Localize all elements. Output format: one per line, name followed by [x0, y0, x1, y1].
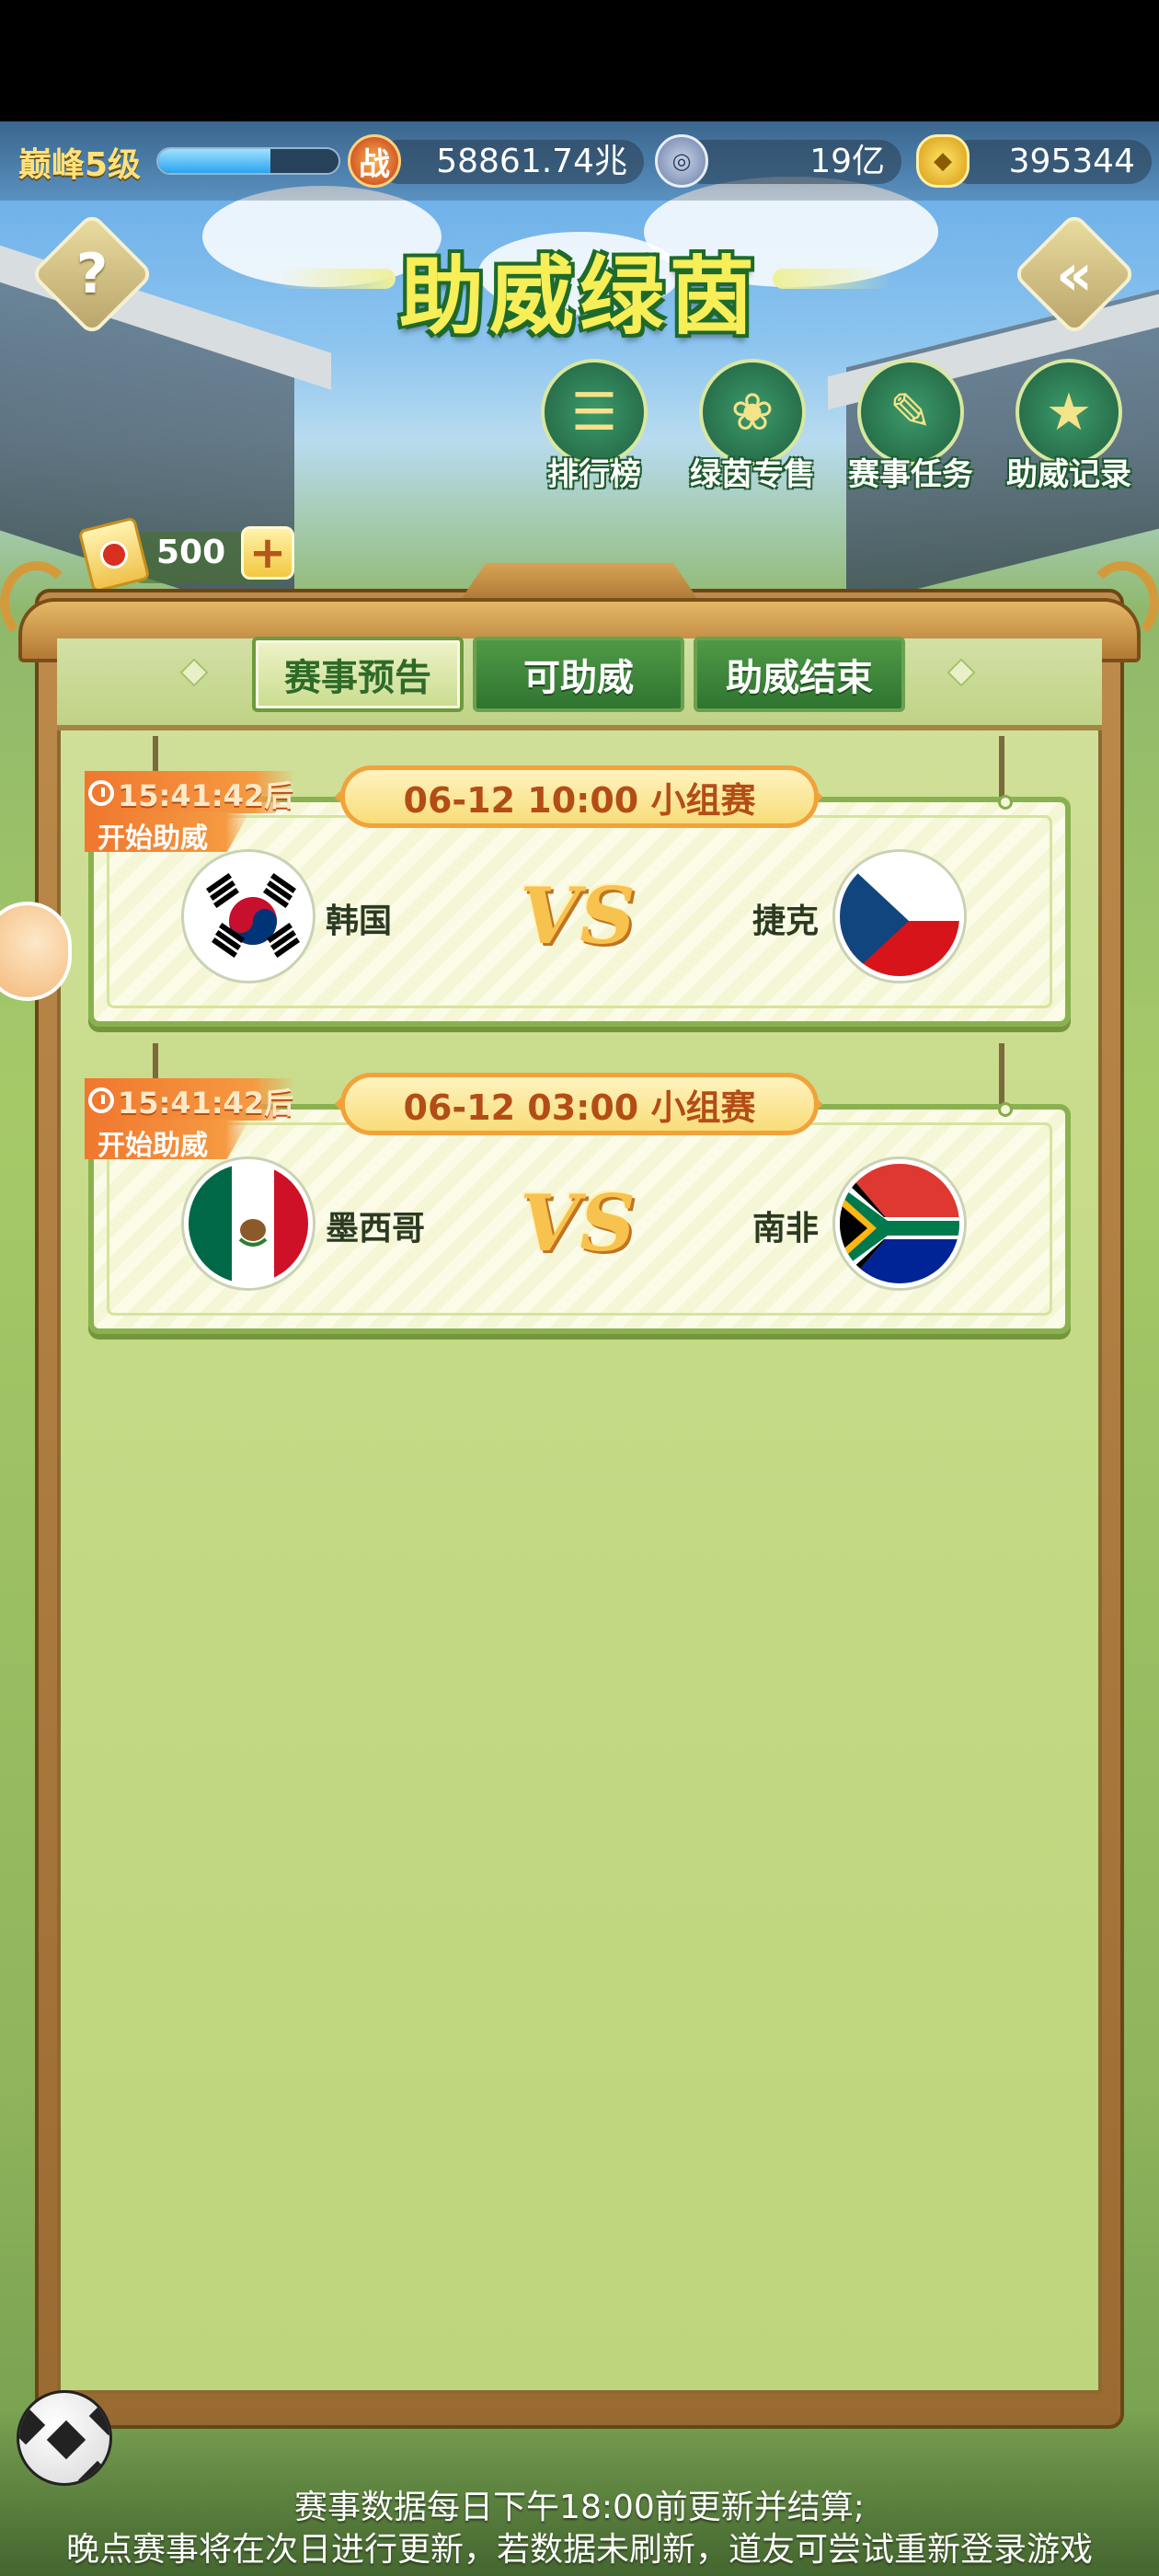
coins-pill[interactable]: 19亿	[681, 140, 901, 184]
combat-power-pill: 58861.74兆	[377, 140, 644, 184]
back-arrow-icon: «	[1055, 240, 1094, 308]
countdown-label: 开始助威	[98, 1130, 208, 1162]
flag-korea-icon	[184, 852, 313, 981]
menu-label-special-sale: 绿茵专售	[690, 456, 815, 493]
combat-power-value: 58861.74兆	[436, 143, 627, 180]
countdown-label: 开始助威	[98, 822, 208, 855]
tab-upcoming[interactable]: 赛事预告	[252, 637, 464, 712]
home-team-name: 韩国	[326, 903, 393, 940]
countdown-time: 15:41:42后	[118, 1086, 294, 1121]
player-level: 巅峰5级	[18, 146, 142, 184]
menu-button-event-tasks[interactable]: ✎ 赛事任务	[837, 359, 984, 497]
silver-coin-icon: ◎	[655, 134, 708, 188]
vs-icon: VS	[520, 1177, 636, 1269]
exp-progress-bar	[156, 147, 340, 175]
gold-ingot-icon: ◆	[916, 134, 970, 188]
tab-can-cheer[interactable]: 可助威	[473, 637, 684, 712]
flag-south-africa-icon	[835, 1159, 964, 1288]
home-team-name: 墨西哥	[326, 1210, 426, 1248]
tab-cheer-ended[interactable]: 助威结束	[694, 637, 905, 712]
vs-icon: VS	[520, 869, 636, 961]
footer-note-line2: 晚点赛事将在次日进行更新，若数据未刷新，道友可尝试重新登录游戏	[65, 2531, 1093, 2569]
card-hanger	[999, 1043, 1004, 1111]
exp-progress-fill	[158, 149, 270, 173]
soccer-ball-icon	[17, 2390, 112, 2486]
away-team-name: 南非	[752, 1210, 820, 1248]
match-schedule: 06-12 03:00 小组赛	[340, 1073, 819, 1135]
ticket-count: 500	[156, 534, 226, 571]
away-team-name: 捷克	[752, 903, 820, 940]
clock-icon	[88, 780, 114, 806]
menu-button-special-sale[interactable]: ❀ 绿茵专售	[679, 359, 826, 497]
countdown-badge: 15:41:42后 开始助威	[85, 1078, 296, 1163]
clock-icon	[88, 1087, 114, 1113]
countdown-badge: 15:41:42后 开始助威	[85, 771, 296, 856]
question-icon: ?	[75, 242, 109, 306]
flag-czech-icon	[835, 852, 964, 981]
frame-curl-left	[0, 561, 74, 644]
coins-value: 19亿	[809, 143, 885, 180]
add-tickets-button[interactable]: +	[241, 526, 294, 580]
menu-label-leaderboard: 排行榜	[547, 456, 641, 493]
card-hanger	[999, 736, 1004, 804]
flag-mexico-icon	[184, 1159, 313, 1288]
combat-power-icon: 战	[348, 134, 401, 188]
page-title: 助威绿茵	[398, 247, 760, 346]
status-bar-area	[0, 0, 1159, 121]
menu-button-leaderboard[interactable]: ☰ 排行榜	[521, 359, 668, 497]
menu-label-cheer-records: 助威记录	[1006, 456, 1131, 493]
match-schedule: 06-12 10:00 小组赛	[340, 765, 819, 828]
countdown-time: 15:41:42后	[118, 778, 294, 813]
menu-button-cheer-records[interactable]: ★ 助威记录	[995, 359, 1142, 497]
gold-pill[interactable]: 395344	[947, 140, 1152, 184]
frame-curl-right	[1085, 561, 1159, 644]
menu-label-event-tasks: 赛事任务	[848, 456, 973, 493]
gold-value: 395344	[1008, 143, 1135, 180]
footer-note-line1: 赛事数据每日下午18:00前更新并结算;	[294, 2489, 865, 2526]
